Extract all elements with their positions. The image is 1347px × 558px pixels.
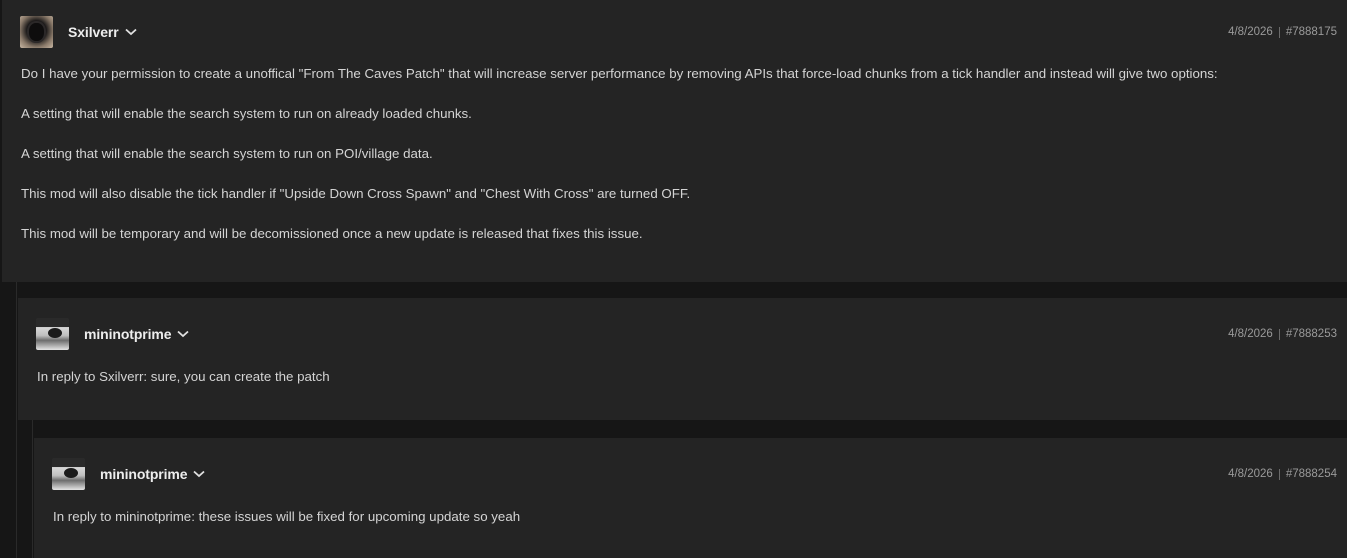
comment-header: Sxilverr 4/8/2026 #7888175 xyxy=(20,16,1337,48)
username-link[interactable]: Sxilverr xyxy=(68,24,119,40)
comment-meta: 4/8/2026 #7888253 xyxy=(1228,328,1337,340)
meta-divider xyxy=(1278,468,1280,480)
user-avatar[interactable] xyxy=(20,16,53,48)
comment-paragraph: This mod will be temporary and will be d… xyxy=(21,226,643,241)
chevron-down-icon[interactable] xyxy=(193,468,206,480)
comment-paragraph: A setting that will enable the search sy… xyxy=(21,146,433,161)
comment-paragraph: This mod will also disable the tick hand… xyxy=(21,186,691,201)
comment: Sxilverr 4/8/2026 #7888175 Do I have you… xyxy=(2,0,1347,282)
username-link[interactable]: mininotprime xyxy=(100,466,188,482)
username-link[interactable]: mininotprime xyxy=(84,326,172,342)
reply-comment: mininotprime 4/8/2026 #7888253 In reply … xyxy=(18,298,1347,420)
comment-body: In reply to Sxilverr: sure, you can crea… xyxy=(37,368,1327,408)
thread-rail xyxy=(32,420,33,558)
comment-id-link[interactable]: #7888175 xyxy=(1286,26,1337,38)
comment-meta: 4/8/2026 #7888175 xyxy=(1228,26,1337,38)
thread-rail xyxy=(16,282,17,558)
comment-header: mininotprime 4/8/2026 #7888254 xyxy=(52,458,1337,490)
comment-id-link[interactable]: #7888253 xyxy=(1286,328,1337,340)
comment-header: mininotprime 4/8/2026 #7888253 xyxy=(36,318,1337,350)
comment-paragraph: Do I have your permission to create a un… xyxy=(21,66,1218,81)
chevron-down-icon[interactable] xyxy=(177,328,190,340)
user-avatar[interactable] xyxy=(52,458,85,490)
comment-id-link[interactable]: #7888254 xyxy=(1286,468,1337,480)
comment-body: Do I have your permission to create a un… xyxy=(21,65,1327,265)
comment-paragraph: In reply to mininotprime: these issues w… xyxy=(53,509,521,524)
comment-date: 4/8/2026 xyxy=(1228,328,1273,340)
comment-paragraph: A setting that will enable the search sy… xyxy=(21,106,472,121)
comment-date: 4/8/2026 xyxy=(1228,468,1273,480)
reply-comment: mininotprime 4/8/2026 #7888254 In reply … xyxy=(34,438,1347,558)
chevron-down-icon[interactable] xyxy=(124,26,137,38)
meta-divider xyxy=(1278,26,1280,38)
comment-body: In reply to mininotprime: these issues w… xyxy=(53,508,1327,548)
meta-divider xyxy=(1278,328,1280,340)
comment-paragraph: In reply to Sxilverr: sure, you can crea… xyxy=(37,369,330,384)
user-avatar[interactable] xyxy=(36,318,69,350)
comment-meta: 4/8/2026 #7888254 xyxy=(1228,468,1337,480)
comment-date: 4/8/2026 xyxy=(1228,26,1273,38)
